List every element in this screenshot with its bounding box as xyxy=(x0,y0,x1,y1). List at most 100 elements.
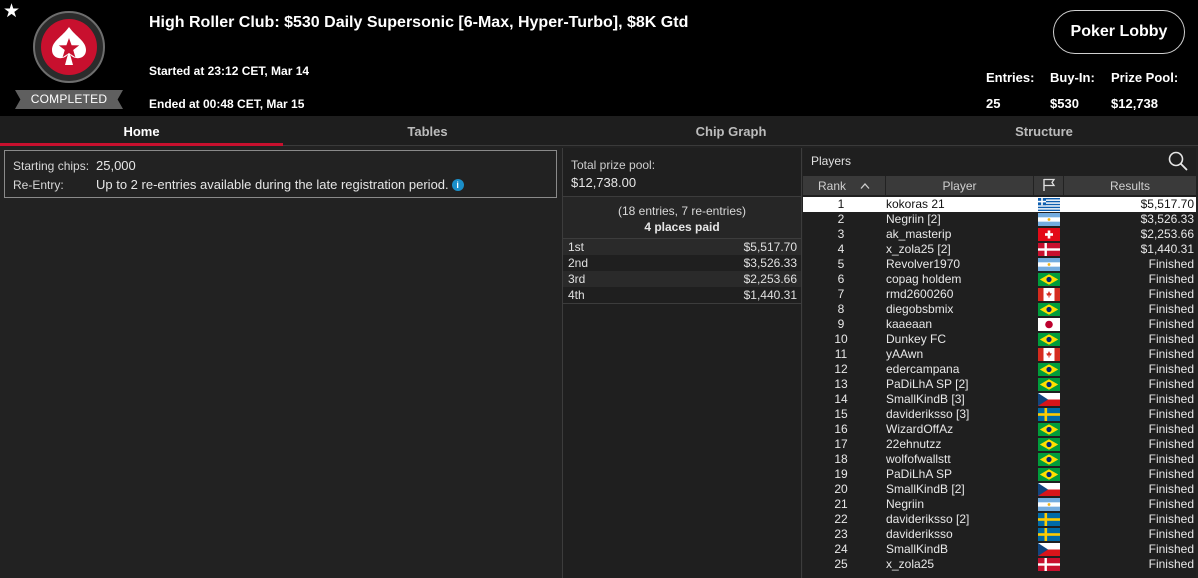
payout-amount: $3,526.33 xyxy=(743,256,797,270)
player-rank: 22 xyxy=(834,512,848,526)
tournament-title: High Roller Club: $530 Daily Supersonic … xyxy=(149,14,689,31)
payout-place: 1st xyxy=(568,240,585,254)
player-name: kaaeaan xyxy=(886,317,933,331)
tab-home[interactable]: Home xyxy=(0,116,283,146)
player-name: SmallKindB [3] xyxy=(886,392,965,406)
payout-row: 4th $1,440.31 xyxy=(563,287,801,303)
player-result: $5,517.70 xyxy=(1140,197,1194,211)
player-row[interactable]: 15 davideriksso [3] Finished xyxy=(803,407,1196,422)
jp-flag-icon xyxy=(1038,318,1060,331)
player-row[interactable]: 9 kaaeaan Finished xyxy=(803,317,1196,332)
payout-amount: $1,440.31 xyxy=(743,288,797,302)
player-row[interactable]: 17 22ehnutzz Finished xyxy=(803,437,1196,452)
player-row[interactable]: 7 rmd2600260 Finished xyxy=(803,287,1196,302)
cz-flag-icon xyxy=(1038,393,1060,406)
player-row[interactable]: 20 SmallKindB [2] Finished xyxy=(803,482,1196,497)
tab-tables[interactable]: Tables xyxy=(283,116,572,146)
column-header-rank[interactable]: Rank xyxy=(803,176,886,195)
entries-label: Entries: xyxy=(986,70,1035,85)
br-flag-icon xyxy=(1038,438,1060,451)
player-row[interactable]: 21 Negriin Finished xyxy=(803,497,1196,512)
player-row[interactable]: 4 x_zola25 [2] $1,440.31 xyxy=(803,242,1196,257)
player-row[interactable]: 11 yAAwn Finished xyxy=(803,347,1196,362)
player-rank: 14 xyxy=(834,392,848,406)
payout-place: 3rd xyxy=(568,272,586,286)
player-result: Finished xyxy=(1148,257,1194,271)
column-header-results[interactable]: Results xyxy=(1064,176,1196,195)
search-icon[interactable] xyxy=(1167,150,1189,172)
player-rank: 18 xyxy=(834,452,848,466)
player-rank: 3 xyxy=(837,227,845,241)
player-row[interactable]: 19 PaDiLhA SP Finished xyxy=(803,467,1196,482)
player-rank: 19 xyxy=(834,467,848,481)
player-row[interactable]: 13 PaDiLhA SP [2] Finished xyxy=(803,377,1196,392)
player-rank: 13 xyxy=(834,377,848,391)
player-row[interactable]: 8 diegobsbmix Finished xyxy=(803,302,1196,317)
tab-chip-graph[interactable]: Chip Graph xyxy=(572,116,890,146)
player-row[interactable]: 6 copag holdem Finished xyxy=(803,272,1196,287)
player-name: kokoras 21 xyxy=(886,197,945,211)
player-result: Finished xyxy=(1148,272,1194,286)
reentry-info: Up to 2 re-entries available during the … xyxy=(96,177,464,192)
player-name: SmallKindB xyxy=(886,542,949,556)
buyin-label: Buy-In: xyxy=(1050,70,1095,85)
prize-pool-value: $12,738 xyxy=(1111,96,1158,111)
total-prize-pool-label: Total prize pool: xyxy=(571,158,656,172)
player-rank: 5 xyxy=(837,257,845,271)
player-result: Finished xyxy=(1148,512,1194,526)
player-rank: 8 xyxy=(837,302,845,316)
br-flag-icon xyxy=(1038,333,1060,346)
sort-ascending-icon[interactable] xyxy=(860,179,870,193)
player-result: Finished xyxy=(1148,557,1194,571)
player-row[interactable]: 18 wolfofwallstt Finished xyxy=(803,452,1196,467)
tournament-header: ★ COMPLETED High Roller Club: $530 Daily… xyxy=(0,0,1198,116)
buyin-value: $530 xyxy=(1050,96,1079,111)
tab-structure[interactable]: Structure xyxy=(890,116,1198,146)
player-name: yAAwn xyxy=(886,347,924,361)
player-row[interactable]: 23 davideriksso Finished xyxy=(803,527,1196,542)
player-name: 22ehnutzz xyxy=(886,437,942,451)
player-row[interactable]: 10 Dunkey FC Finished xyxy=(803,332,1196,347)
player-rank: 15 xyxy=(834,407,848,421)
favorite-star-icon[interactable]: ★ xyxy=(3,2,20,21)
cz-flag-icon xyxy=(1038,543,1060,556)
br-flag-icon xyxy=(1038,468,1060,481)
player-result: Finished xyxy=(1148,392,1194,406)
rank-header-label: Rank xyxy=(817,178,846,193)
player-row[interactable]: 3 ak_masterip $2,253.66 xyxy=(803,227,1196,242)
ca-flag-icon xyxy=(1038,288,1060,301)
player-result: Finished xyxy=(1148,542,1194,556)
player-row[interactable]: 24 SmallKindB Finished xyxy=(803,542,1196,557)
players-list: 1 kokoras 21 $5,517.70 2 Negriin [2] $3,526.3… xyxy=(803,197,1196,572)
player-rank: 1 xyxy=(837,197,845,211)
player-row[interactable]: 5 Revolver1970 Finished xyxy=(803,257,1196,272)
info-icon[interactable]: i xyxy=(451,179,464,191)
player-row[interactable]: 1 kokoras 21 $5,517.70 xyxy=(803,197,1196,212)
player-row[interactable]: 14 SmallKindB [3] Finished xyxy=(803,392,1196,407)
column-header-country[interactable] xyxy=(1034,176,1064,195)
ca-flag-icon xyxy=(1038,348,1060,361)
player-row[interactable]: 22 davideriksso [2] Finished xyxy=(803,512,1196,527)
poker-lobby-button[interactable]: Poker Lobby xyxy=(1053,10,1185,54)
dk-flag-icon xyxy=(1038,558,1060,571)
column-header-player[interactable]: Player xyxy=(886,176,1034,195)
prize-pool-panel: Total prize pool: $12,738.00 (18 entries… xyxy=(562,148,802,578)
player-row[interactable]: 12 edercampana Finished xyxy=(803,362,1196,377)
ar-flag-icon xyxy=(1038,498,1060,511)
player-result: Finished xyxy=(1148,497,1194,511)
player-name: x_zola25 [2] xyxy=(886,242,951,256)
player-result: $1,440.31 xyxy=(1140,242,1194,256)
se-flag-icon xyxy=(1038,408,1060,421)
end-time: Ended at 00:48 CET, Mar 15 xyxy=(149,97,305,111)
player-result: Finished xyxy=(1148,302,1194,316)
player-result: Finished xyxy=(1148,482,1194,496)
player-row[interactable]: 25 x_zola25 Finished xyxy=(803,557,1196,572)
player-row[interactable]: 16 WizardOffAz Finished xyxy=(803,422,1196,437)
player-result: Finished xyxy=(1148,452,1194,466)
starting-chips-label: Starting chips: xyxy=(13,159,90,173)
starting-chips-value: 25,000 xyxy=(96,158,136,173)
player-row[interactable]: 2 Negriin [2] $3,526.33 xyxy=(803,212,1196,227)
player-name: SmallKindB [2] xyxy=(886,482,965,496)
player-rank: 7 xyxy=(837,287,845,301)
player-result: $2,253.66 xyxy=(1140,227,1194,241)
